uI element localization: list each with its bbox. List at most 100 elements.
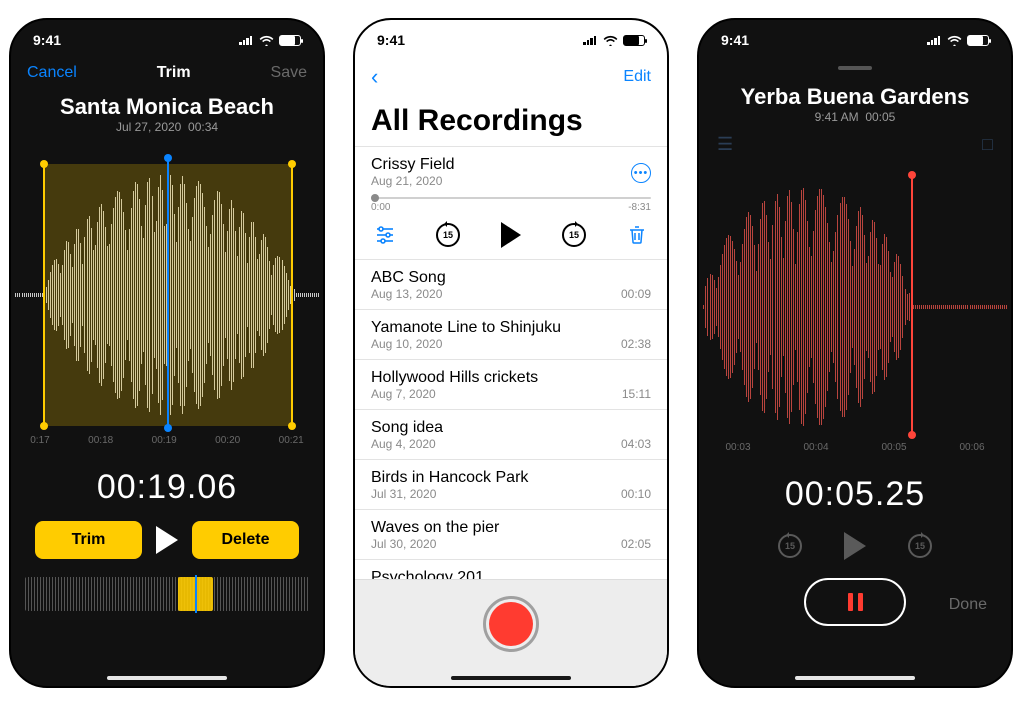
- play-button[interactable]: [844, 532, 866, 560]
- scrubber-playhead[interactable]: [195, 575, 197, 613]
- cellular-icon: [239, 35, 254, 45]
- list-item[interactable]: Waves on the pierJul 30, 202002:05: [355, 510, 667, 560]
- skip-back-button[interactable]: 15: [434, 221, 462, 249]
- nav-bar: Cancel Trim Save: [11, 60, 323, 90]
- edit-button[interactable]: Edit: [623, 68, 651, 86]
- cancel-button[interactable]: Cancel: [27, 64, 77, 82]
- wifi-icon: [603, 35, 618, 46]
- status-time: 9:41: [721, 32, 749, 48]
- recording-duration: 00:09: [621, 287, 651, 301]
- list-item[interactable]: Yamanote Line to ShinjukuAug 10, 202002:…: [355, 310, 667, 360]
- sheet-grabber[interactable]: [838, 66, 872, 70]
- transport-controls: 15 15: [699, 528, 1011, 570]
- recording-date: Jul 30, 2020: [371, 537, 651, 551]
- home-indicator[interactable]: [107, 676, 227, 680]
- status-bar: 9:41: [699, 20, 1011, 60]
- recording-duration: 15:11: [622, 387, 651, 401]
- crop-icon[interactable]: □: [982, 134, 993, 155]
- phone-recording-view: 9:41 Yerba Buena Gardens 9:41 AM 00:05 ☰…: [697, 18, 1013, 688]
- cellular-icon: [583, 35, 598, 45]
- waveform-area[interactable]: 0:1700:1800:1900:2000:21: [11, 150, 323, 450]
- status-time: 9:41: [377, 32, 405, 48]
- trim-button[interactable]: Trim: [35, 521, 142, 559]
- recording-title: Hollywood Hills crickets: [371, 369, 651, 387]
- phone-trim-view: 9:41 Cancel Trim Save Santa Monica Beach…: [9, 18, 325, 688]
- recording-date: Aug 4, 2020: [371, 437, 651, 451]
- list-item[interactable]: Psychology 201Jul 28, 20201:31:58: [355, 560, 667, 579]
- playback-slider[interactable]: [371, 196, 651, 200]
- recording-duration: 02:38: [621, 337, 651, 351]
- playback-controls: 15 15: [371, 213, 651, 251]
- trim-handle[interactable]: [288, 160, 296, 168]
- battery-icon: [279, 35, 301, 46]
- wifi-icon: [259, 35, 274, 46]
- playhead[interactable]: [167, 158, 169, 428]
- recording-subtitle: Jul 27, 2020 00:34: [11, 120, 323, 144]
- menu-icon[interactable]: ☰: [717, 134, 733, 155]
- page-title: All Recordings: [355, 98, 667, 146]
- wifi-icon: [947, 35, 962, 46]
- trim-handle[interactable]: [288, 422, 296, 430]
- overview-scrubber[interactable]: [25, 577, 309, 611]
- record-button[interactable]: [483, 596, 539, 652]
- current-time: 00:19.06: [11, 450, 323, 521]
- home-indicator[interactable]: [451, 676, 571, 680]
- back-button[interactable]: ‹: [371, 64, 378, 90]
- list-item[interactable]: ABC SongAug 13, 202000:09: [355, 260, 667, 310]
- cellular-icon: [927, 35, 942, 45]
- recording-date: Aug 7, 2020: [371, 387, 651, 401]
- recording-title: Crissy Field: [371, 156, 651, 174]
- more-icon[interactable]: •••: [631, 163, 651, 183]
- skip-forward-button[interactable]: 15: [908, 534, 932, 558]
- waveform: [699, 183, 1011, 431]
- recording-duration: 00:10: [621, 487, 651, 501]
- recording-title: Waves on the pier: [371, 519, 651, 537]
- options-icon[interactable]: [371, 221, 399, 249]
- phone-list-view: 9:41 ‹ Edit All Recordings Crissy Field …: [353, 18, 669, 688]
- recording-title: Santa Monica Beach: [11, 90, 323, 120]
- time-ruler: 0:1700:1800:1900:2000:21: [11, 435, 323, 446]
- list-item[interactable]: Song ideaAug 4, 202004:03: [355, 410, 667, 460]
- current-time: 00:05.25: [699, 457, 1011, 528]
- list-item[interactable]: Hollywood Hills cricketsAug 7, 202015:11: [355, 360, 667, 410]
- nav-bar: ‹ Edit: [355, 60, 667, 98]
- record-footer: [355, 579, 667, 686]
- list-item[interactable]: Birds in Hancock ParkJul 31, 202000:10: [355, 460, 667, 510]
- battery-icon: [623, 35, 645, 46]
- recordings-list: Crissy Field Aug 21, 2020 ••• 0:00 -8:31…: [355, 146, 667, 579]
- status-indicators: [927, 35, 989, 46]
- recording-duration: 02:05: [621, 537, 651, 551]
- status-bar: 9:41: [11, 20, 323, 60]
- recording-title: Yamanote Line to Shinjuku: [371, 319, 651, 337]
- playhead[interactable]: [911, 175, 913, 435]
- trash-icon[interactable]: [623, 221, 651, 249]
- battery-icon: [967, 35, 989, 46]
- action-row: Trim Delete: [11, 521, 323, 559]
- recording-title: Psychology 201: [371, 569, 651, 579]
- recording-date: Aug 10, 2020: [371, 337, 651, 351]
- done-button[interactable]: Done: [949, 596, 987, 614]
- toolbar: ☰ □: [699, 134, 1011, 161]
- time-ruler: 00:0300:0400:0500:06: [699, 442, 1011, 453]
- recording-title: Song idea: [371, 419, 651, 437]
- trim-handle[interactable]: [40, 422, 48, 430]
- status-indicators: [583, 35, 645, 46]
- recording-subtitle: 9:41 AM 00:05: [699, 110, 1011, 134]
- play-button[interactable]: [497, 221, 525, 249]
- status-indicators: [239, 35, 301, 46]
- status-bar: 9:41: [355, 20, 667, 60]
- recording-title: ABC Song: [371, 269, 651, 287]
- recording-duration: 04:03: [621, 437, 651, 451]
- recording-date: Aug 21, 2020: [371, 174, 651, 188]
- recording-date: Aug 13, 2020: [371, 287, 651, 301]
- list-item-expanded[interactable]: Crissy Field Aug 21, 2020 ••• 0:00 -8:31…: [355, 146, 667, 260]
- trim-handle[interactable]: [40, 160, 48, 168]
- skip-forward-button[interactable]: 15: [560, 221, 588, 249]
- save-button[interactable]: Save: [271, 64, 307, 82]
- recording-date: Jul 31, 2020: [371, 487, 651, 501]
- waveform-area[interactable]: 00:0300:0400:0500:06: [699, 167, 1011, 457]
- home-indicator[interactable]: [795, 676, 915, 680]
- delete-button[interactable]: Delete: [192, 521, 299, 559]
- skip-back-button[interactable]: 15: [778, 534, 802, 558]
- play-button[interactable]: [156, 526, 178, 554]
